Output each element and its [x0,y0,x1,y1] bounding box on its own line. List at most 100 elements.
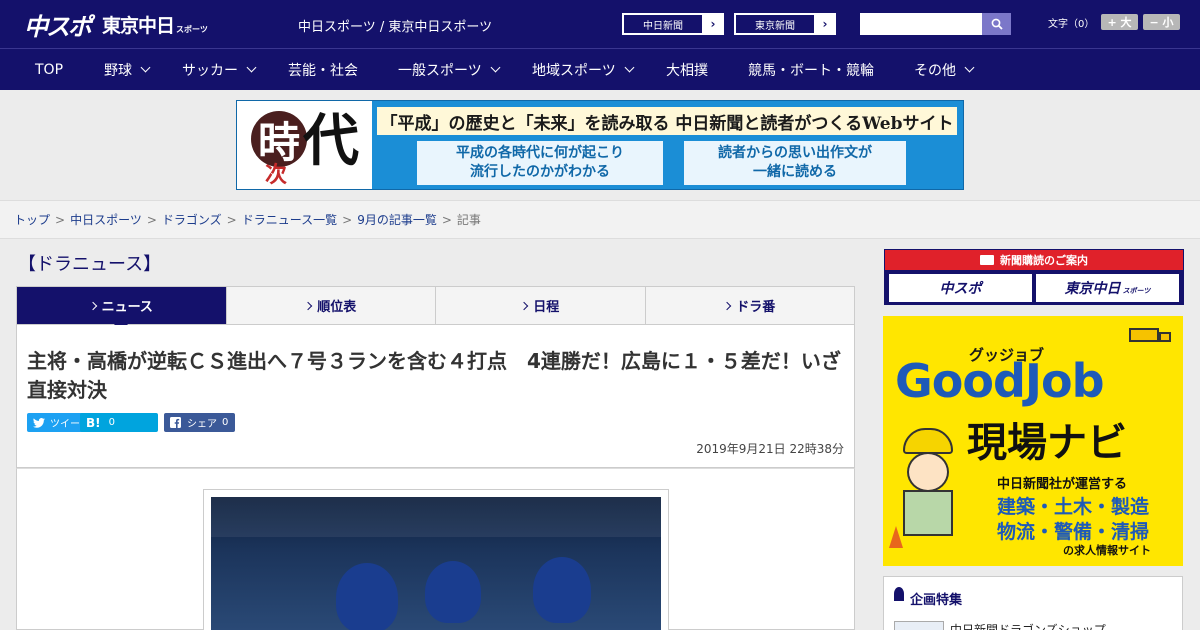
hatena-bookmark-button[interactable]: B! 0 [80,413,158,432]
tab-schedule[interactable]: 日程 [436,287,646,324]
chevron-down-icon [490,62,501,73]
goodjob-title: GoodJob [895,354,1105,408]
font-larger-button[interactable]: + 大 [1101,14,1138,30]
section-tabs: ニュース 順位表 日程 ドラ番 [16,286,855,332]
chuspo-subscribe-button[interactable]: 中スポ [889,274,1032,302]
worker-illustration [889,428,959,548]
feature-item-link[interactable]: 中日新聞ドラゴンズショップ [950,621,1106,630]
site-subtitle-link[interactable]: 中日スポーツ / 東京中日スポーツ [298,16,492,35]
tab-label: 日程 [533,300,560,315]
banner-logo-area: 時 次 代 [237,101,372,189]
player-helmet-image [336,563,398,630]
main-nav: TOP 野球 サッカー 芸能・社会 一般スポーツ 地域スポーツ 大相撲 競馬・ボ… [0,48,1200,90]
breadcrumb-separator: > [55,212,66,227]
tab-label: 順位表 [317,300,357,315]
section-title: 【ドラニュース】 [18,254,162,275]
stadium-lights-image [211,497,661,537]
breadcrumb-chunichi-sports[interactable]: 中日スポーツ [70,211,142,228]
search-button[interactable] [982,13,1011,35]
banner-box-1: 平成の各時代に何が起こり 流行したのかがわかる [417,141,663,185]
tokyo-chunichi-subscribe-button[interactable]: 東京中日 スポーツ [1036,274,1179,302]
nav-label: 野球 [104,62,132,79]
feature-thumbnail[interactable] [894,621,944,630]
facebook-share-count: 0 [222,417,229,428]
goodjob-genba-navi-ad[interactable]: グッジョブ GoodJob 現場ナビ 中日新聞社が運営する 建築・土木・製造 物… [883,316,1183,566]
nav-item-general-sports[interactable]: 一般スポーツ [398,49,501,90]
breadcrumb-dora-news-list[interactable]: ドラニュース一覧 [242,211,337,228]
banner-box-2: 読者からの思い出作文が 一緒に読める [684,141,906,185]
nav-item-soccer[interactable]: サッカー [182,49,257,90]
breadcrumb-separator: > [441,212,452,227]
article-photo-frame [203,489,669,630]
nav-label: 芸能・社会 [288,62,358,79]
font-size-label: 文字（0） [1048,19,1095,30]
nav-label: 地域スポーツ [532,62,616,79]
facebook-share-label: シェア [187,419,217,430]
article-photo[interactable] [211,497,661,630]
nav-label: TOP [35,61,64,78]
article-header: 主将・高橋が逆転ＣＳ進出へ７号３ランを含む４打点 4連勝だ！広島に１・５差だ！い… [16,325,855,468]
banner-kanji-dai: 代 [303,108,359,174]
breadcrumb-top[interactable]: トップ [14,211,50,228]
tab-standings[interactable]: 順位表 [227,287,436,324]
chevron-right-icon [88,301,97,310]
banner-box-1-line-2: 流行したのかがわかる [470,164,610,180]
feature-title: 企画特集 [910,593,963,608]
breadcrumb-september-list[interactable]: 9月の記事一覧 [357,211,437,228]
search-input[interactable] [860,13,982,35]
nav-item-baseball[interactable]: 野球 [104,49,151,90]
nav-item-local-sports[interactable]: 地域スポーツ [532,49,635,90]
font-smaller-button[interactable]: − 小 [1143,14,1180,30]
twitter-icon [33,417,45,428]
heisei-era-banner[interactable]: 時 次 代 「平成」の歴史と「未来」を読み取る 中日新聞と読者がつくるWebサイ… [236,100,964,190]
tab-label: ニュース [101,300,153,315]
nav-item-top[interactable]: TOP [35,49,63,90]
facebook-icon [170,417,181,428]
chunichi-shimbun-label: 中日新聞 [623,14,703,34]
banner-box-2-line-2: 一緒に読める [753,164,837,180]
nav-label: 一般スポーツ [398,62,482,79]
chevron-right-icon [519,301,529,310]
breadcrumb-separator: > [226,212,237,227]
breadcrumb-separator: > [342,212,353,227]
feature-box: 企画特集 中日新聞ドラゴンズショップ [883,576,1183,630]
nav-item-entertainment[interactable]: 芸能・社会 [288,49,358,90]
facebook-share-button[interactable]: シェア 0 [164,413,235,432]
nav-item-sumo[interactable]: 大相撲 [666,49,708,90]
tokyo-shimbun-link[interactable]: 東京新聞 › [734,13,836,35]
logo-tokyo-chunichi: 東京中日 [102,14,175,37]
goodjob-line-4: の求人情報サイト [1063,544,1151,557]
chevron-down-icon [246,62,257,73]
search-icon [991,18,1003,30]
site-logo[interactable]: 中スポ 東京中日 スポーツ [24,9,208,41]
logo-chuspo: 中スポ [24,12,92,41]
subscription-title-label: 新聞購読のご案内 [1000,254,1088,267]
article-photo-area [16,468,855,630]
tab-news[interactable]: ニュース [17,287,227,332]
chevron-down-icon [140,62,151,73]
nav-item-racing[interactable]: 競馬・ボート・競輪 [748,49,874,90]
subscription-title: 新聞購読のご案内 [885,250,1183,270]
tokyo-chunichi-small-label: スポーツ [1122,287,1151,295]
breadcrumb-separator: > [146,212,157,227]
truck-icon [1129,324,1173,346]
article-date: 2019年9月21日 22時38分 [696,442,844,456]
breadcrumb-dragons[interactable]: ドラゴンズ [162,211,222,228]
newspaper-subscription-box: 新聞購読のご案内 中スポ 東京中日 スポーツ [884,249,1184,305]
chevron-right-icon [722,301,732,310]
player-helmet-image [425,561,481,623]
logo-sports-small: スポーツ [176,24,208,34]
banner-box-2-line-1: 読者からの思い出作文が [718,145,872,161]
chevron-down-icon [624,62,635,73]
banner-kanji-ci: 次 [265,162,288,188]
chunichi-shimbun-link[interactable]: 中日新聞 › [622,13,724,35]
ribbon-icon [894,587,904,601]
genba-navi-title: 現場ナビ [967,420,1127,466]
goodjob-line-2: 建築・土木・製造 [997,496,1150,518]
tokyo-chunichi-label: 東京中日 [1064,281,1121,297]
tab-dora-ban[interactable]: ドラ番 [646,287,855,324]
nav-item-other[interactable]: その他 [914,49,975,90]
chevron-right-icon: › [710,17,716,31]
goodjob-line-3: 物流・警備・清掃 [997,521,1150,543]
chevron-right-icon [303,301,313,310]
